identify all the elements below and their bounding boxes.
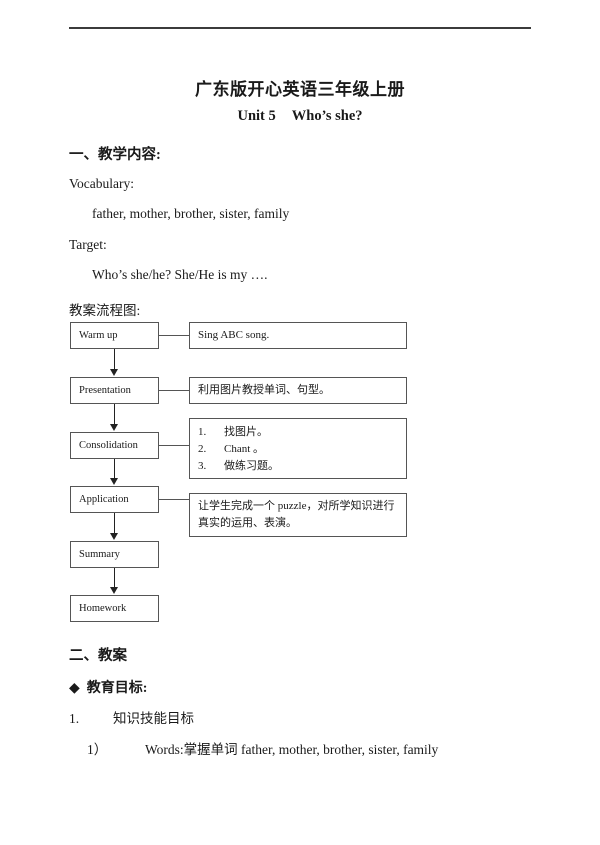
list-item-number: 1. — [198, 426, 207, 438]
list-item-text: 做练习题。 — [224, 460, 279, 472]
flow-arrow-line-2 — [114, 404, 115, 425]
list-item: 3. 做练习题。 — [198, 458, 398, 475]
flow-arrow-head-2 — [110, 424, 118, 431]
flow-detail-list: 1. 找图片。 2. Chant 。 3. 做练习题。 — [198, 424, 398, 475]
flow-node-label: Summary — [79, 549, 120, 560]
flow-connector-1 — [159, 335, 189, 336]
list-item-number: 2. — [198, 443, 207, 455]
education-goal-heading: ◆ 教育目标: — [69, 677, 147, 697]
section-heading-lesson-plan: 二、教案 — [69, 648, 127, 664]
goal-item-1a: 1） Words:掌握单词 father, mother, brother, si… — [87, 738, 438, 758]
flow-node-presentation[interactable]: Presentation — [70, 377, 159, 404]
flow-arrow-head-5 — [110, 587, 118, 594]
flow-detail-text: 利用图片教授单词、句型。 — [198, 384, 330, 396]
goal-item-1: 1. 知识技能目标 — [69, 707, 194, 727]
flow-node-application[interactable]: Application — [70, 486, 159, 513]
goal-item-1a-text: Words:掌握单词 father, mother, brother, sist… — [145, 742, 439, 757]
flow-node-warm-up[interactable]: Warm up — [70, 322, 159, 349]
flow-detail-presentation[interactable]: 利用图片教授单词、句型。 — [189, 377, 407, 404]
list-item-text: Chant 。 — [224, 443, 265, 455]
flow-node-label: Application — [79, 494, 129, 505]
flow-detail-warm-up[interactable]: Sing ABC song. — [189, 322, 407, 349]
flow-node-label: Presentation — [79, 385, 131, 396]
flow-detail-text: Sing ABC song. — [198, 329, 270, 341]
flow-node-label: Homework — [79, 603, 127, 614]
list-item-text: 找图片。 — [224, 426, 268, 438]
list-item: 1. 找图片。 — [198, 424, 398, 441]
list-item-number: 3. — [198, 460, 207, 472]
flow-node-homework[interactable]: Homework — [70, 595, 159, 622]
flow-detail-text: 让学生完成一个 puzzle，对所学知识进行真实的运用、表演。 — [198, 500, 395, 529]
flow-arrow-line-4 — [114, 513, 115, 534]
goal-item-1-text: 知识技能目标 — [113, 711, 194, 726]
flow-connector-2 — [159, 390, 189, 391]
flow-arrow-line-5 — [114, 568, 115, 588]
list-item: 2. Chant 。 — [198, 441, 398, 458]
flow-node-consolidation[interactable]: Consolidation — [70, 432, 159, 459]
goal-item-1a-number: 1） — [87, 742, 108, 757]
flow-arrow-head-3 — [110, 478, 118, 485]
flow-arrow-line-3 — [114, 459, 115, 479]
diamond-bullet-icon: ◆ — [69, 681, 80, 696]
flow-detail-consolidation[interactable]: 1. 找图片。 2. Chant 。 3. 做练习题。 — [189, 418, 407, 479]
flow-node-label: Warm up — [79, 330, 118, 341]
education-goal-label: 教育目标: — [86, 681, 148, 696]
flow-arrow-line-1 — [114, 349, 115, 370]
flow-detail-application[interactable]: 让学生完成一个 puzzle，对所学知识进行真实的运用、表演。 — [189, 493, 407, 537]
flow-node-label: Consolidation — [79, 440, 138, 451]
flow-node-summary[interactable]: Summary — [70, 541, 159, 568]
flow-arrow-head-4 — [110, 533, 118, 540]
goal-item-1-number: 1. — [69, 711, 80, 726]
flow-connector-3 — [159, 445, 189, 446]
flow-arrow-head-1 — [110, 369, 118, 376]
document-page: 广东版开心英语三年级上册 Unit 5 Who’s she? 一、教学内容: Vo… — [0, 0, 600, 845]
flow-connector-4 — [159, 499, 189, 500]
